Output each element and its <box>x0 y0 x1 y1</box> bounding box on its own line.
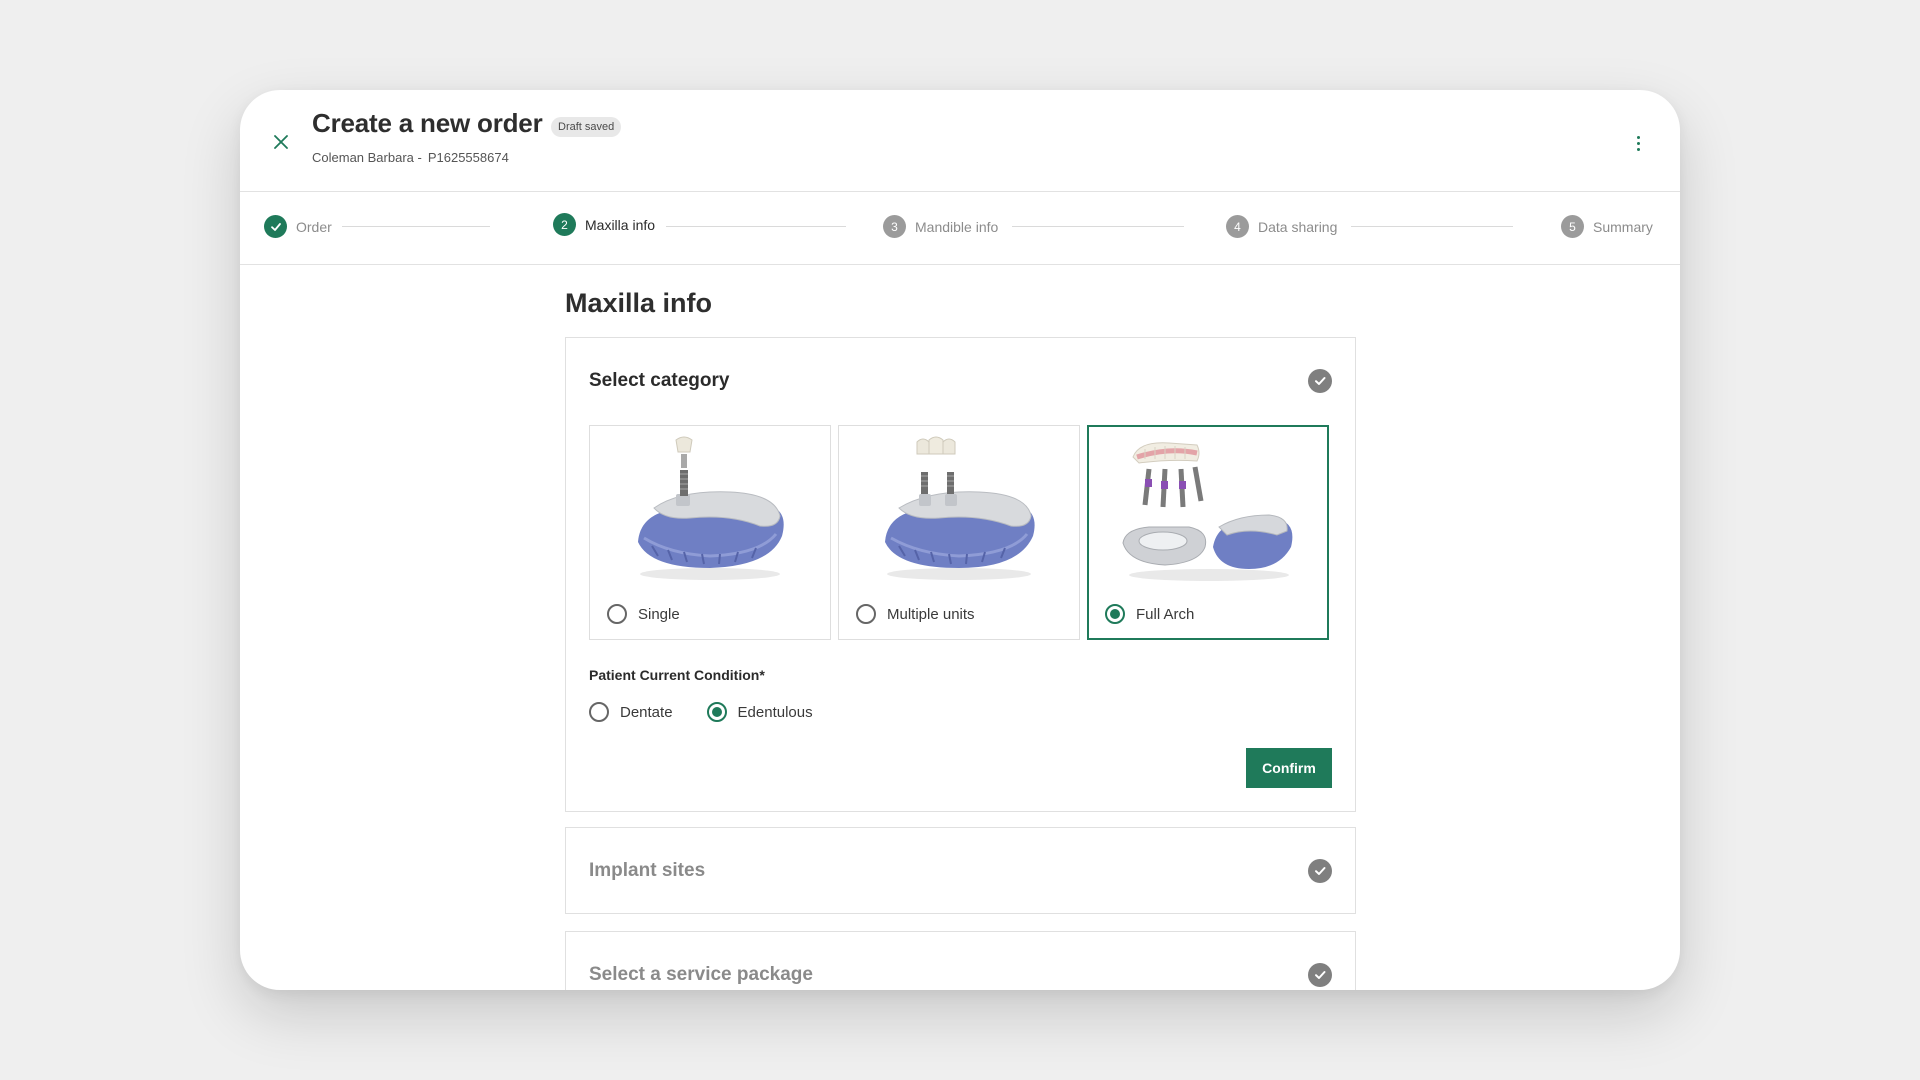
panel-title: Implant sites <box>589 860 706 881</box>
check-icon <box>1315 377 1326 385</box>
single-implant-illustration <box>638 436 784 580</box>
service-package-panel[interactable]: Select a service package <box>565 931 1356 990</box>
order-stepper: Order 2 Maxilla info 3 Mandible info 4 D… <box>240 191 1680 265</box>
implant-sites-panel[interactable]: Implant sites <box>565 827 1356 914</box>
condition-options: Dentate Edentulous <box>589 702 847 722</box>
category-card-single[interactable]: Single <box>589 425 831 640</box>
order-dialog: Create a new order Draft saved Coleman B… <box>240 90 1680 990</box>
panel-title: Select a service package <box>589 964 813 985</box>
full-arch-illustration <box>1122 442 1293 581</box>
step-label: Order <box>296 218 332 235</box>
close-button[interactable] <box>270 131 292 153</box>
option-label: Multiple units <box>887 605 975 623</box>
option-label: Edentulous <box>737 703 813 721</box>
step-number: 3 <box>883 215 906 238</box>
option-label: Full Arch <box>1136 605 1195 623</box>
check-icon <box>270 222 281 231</box>
complete-check-icon <box>1308 963 1332 987</box>
step-connector <box>342 226 490 227</box>
more-vertical-icon <box>1636 135 1640 139</box>
condition-dentate[interactable]: Dentate <box>589 702 673 722</box>
option-label: Dentate <box>620 703 673 721</box>
patient-info: Coleman Barbara - P1625558674 <box>312 150 515 165</box>
step-order[interactable]: Order <box>264 215 332 238</box>
step-number: 4 <box>1226 215 1249 238</box>
more-options-button[interactable] <box>1632 131 1644 155</box>
close-icon <box>274 135 288 149</box>
check-icon <box>1315 867 1326 875</box>
dialog-header: Create a new order Draft saved Coleman B… <box>240 90 1680 192</box>
step-number: 5 <box>1561 215 1584 238</box>
category-options: Single Multiple units Full Arch <box>589 425 1329 640</box>
check-icon <box>1315 971 1326 979</box>
step-label: Data sharing <box>1258 218 1338 235</box>
step-connector <box>1012 226 1184 227</box>
condition-label: Patient Current Condition* <box>589 667 765 683</box>
select-category-panel: Select category Single Multiple units Fu… <box>565 337 1356 812</box>
patient-id: P1625558674 <box>427 150 509 165</box>
complete-check-icon <box>1308 859 1332 883</box>
step-maxilla-info[interactable]: 2 Maxilla info <box>553 213 655 236</box>
step-connector <box>1351 226 1513 227</box>
option-label: Single <box>638 605 680 623</box>
radio-edentulous[interactable] <box>706 702 727 722</box>
section-title: Maxilla info <box>565 288 713 318</box>
step-summary[interactable]: 5 Summary <box>1561 215 1653 238</box>
page-heading: Create a new order <box>312 108 543 138</box>
category-card-multiple-units[interactable]: Multiple units <box>838 425 1080 640</box>
category-card-full-arch[interactable]: Full Arch <box>1087 425 1329 640</box>
panel-title: Select category <box>589 370 730 391</box>
patient-name: Coleman Barbara - <box>312 150 422 165</box>
step-number: 2 <box>553 213 576 236</box>
radio-single[interactable] <box>607 604 627 624</box>
step-label: Mandible info <box>915 218 999 235</box>
draft-status-badge: Draft saved <box>551 117 622 137</box>
category-option: Single <box>607 604 680 624</box>
complete-check-icon <box>1308 369 1332 393</box>
step-label: Summary <box>1593 218 1653 235</box>
step-data-sharing[interactable]: 4 Data sharing <box>1226 215 1337 238</box>
step-done-badge <box>264 215 287 238</box>
category-option: Multiple units <box>856 604 975 624</box>
step-connector <box>666 226 846 227</box>
more-vertical-icon-dot <box>1636 141 1640 145</box>
condition-edentulous[interactable]: Edentulous <box>706 702 813 722</box>
radio-multiple-units[interactable] <box>856 604 876 624</box>
category-option: Full Arch <box>1105 604 1194 624</box>
radio-dentate[interactable] <box>589 702 609 722</box>
step-label: Maxilla info <box>585 216 656 233</box>
radio-full-arch[interactable] <box>1105 604 1125 624</box>
confirm-button[interactable]: Confirm <box>1246 748 1332 788</box>
multiple-units-illustration <box>885 436 1035 580</box>
more-vertical-icon-dot <box>1636 147 1640 151</box>
step-mandible-info[interactable]: 3 Mandible info <box>883 215 998 238</box>
